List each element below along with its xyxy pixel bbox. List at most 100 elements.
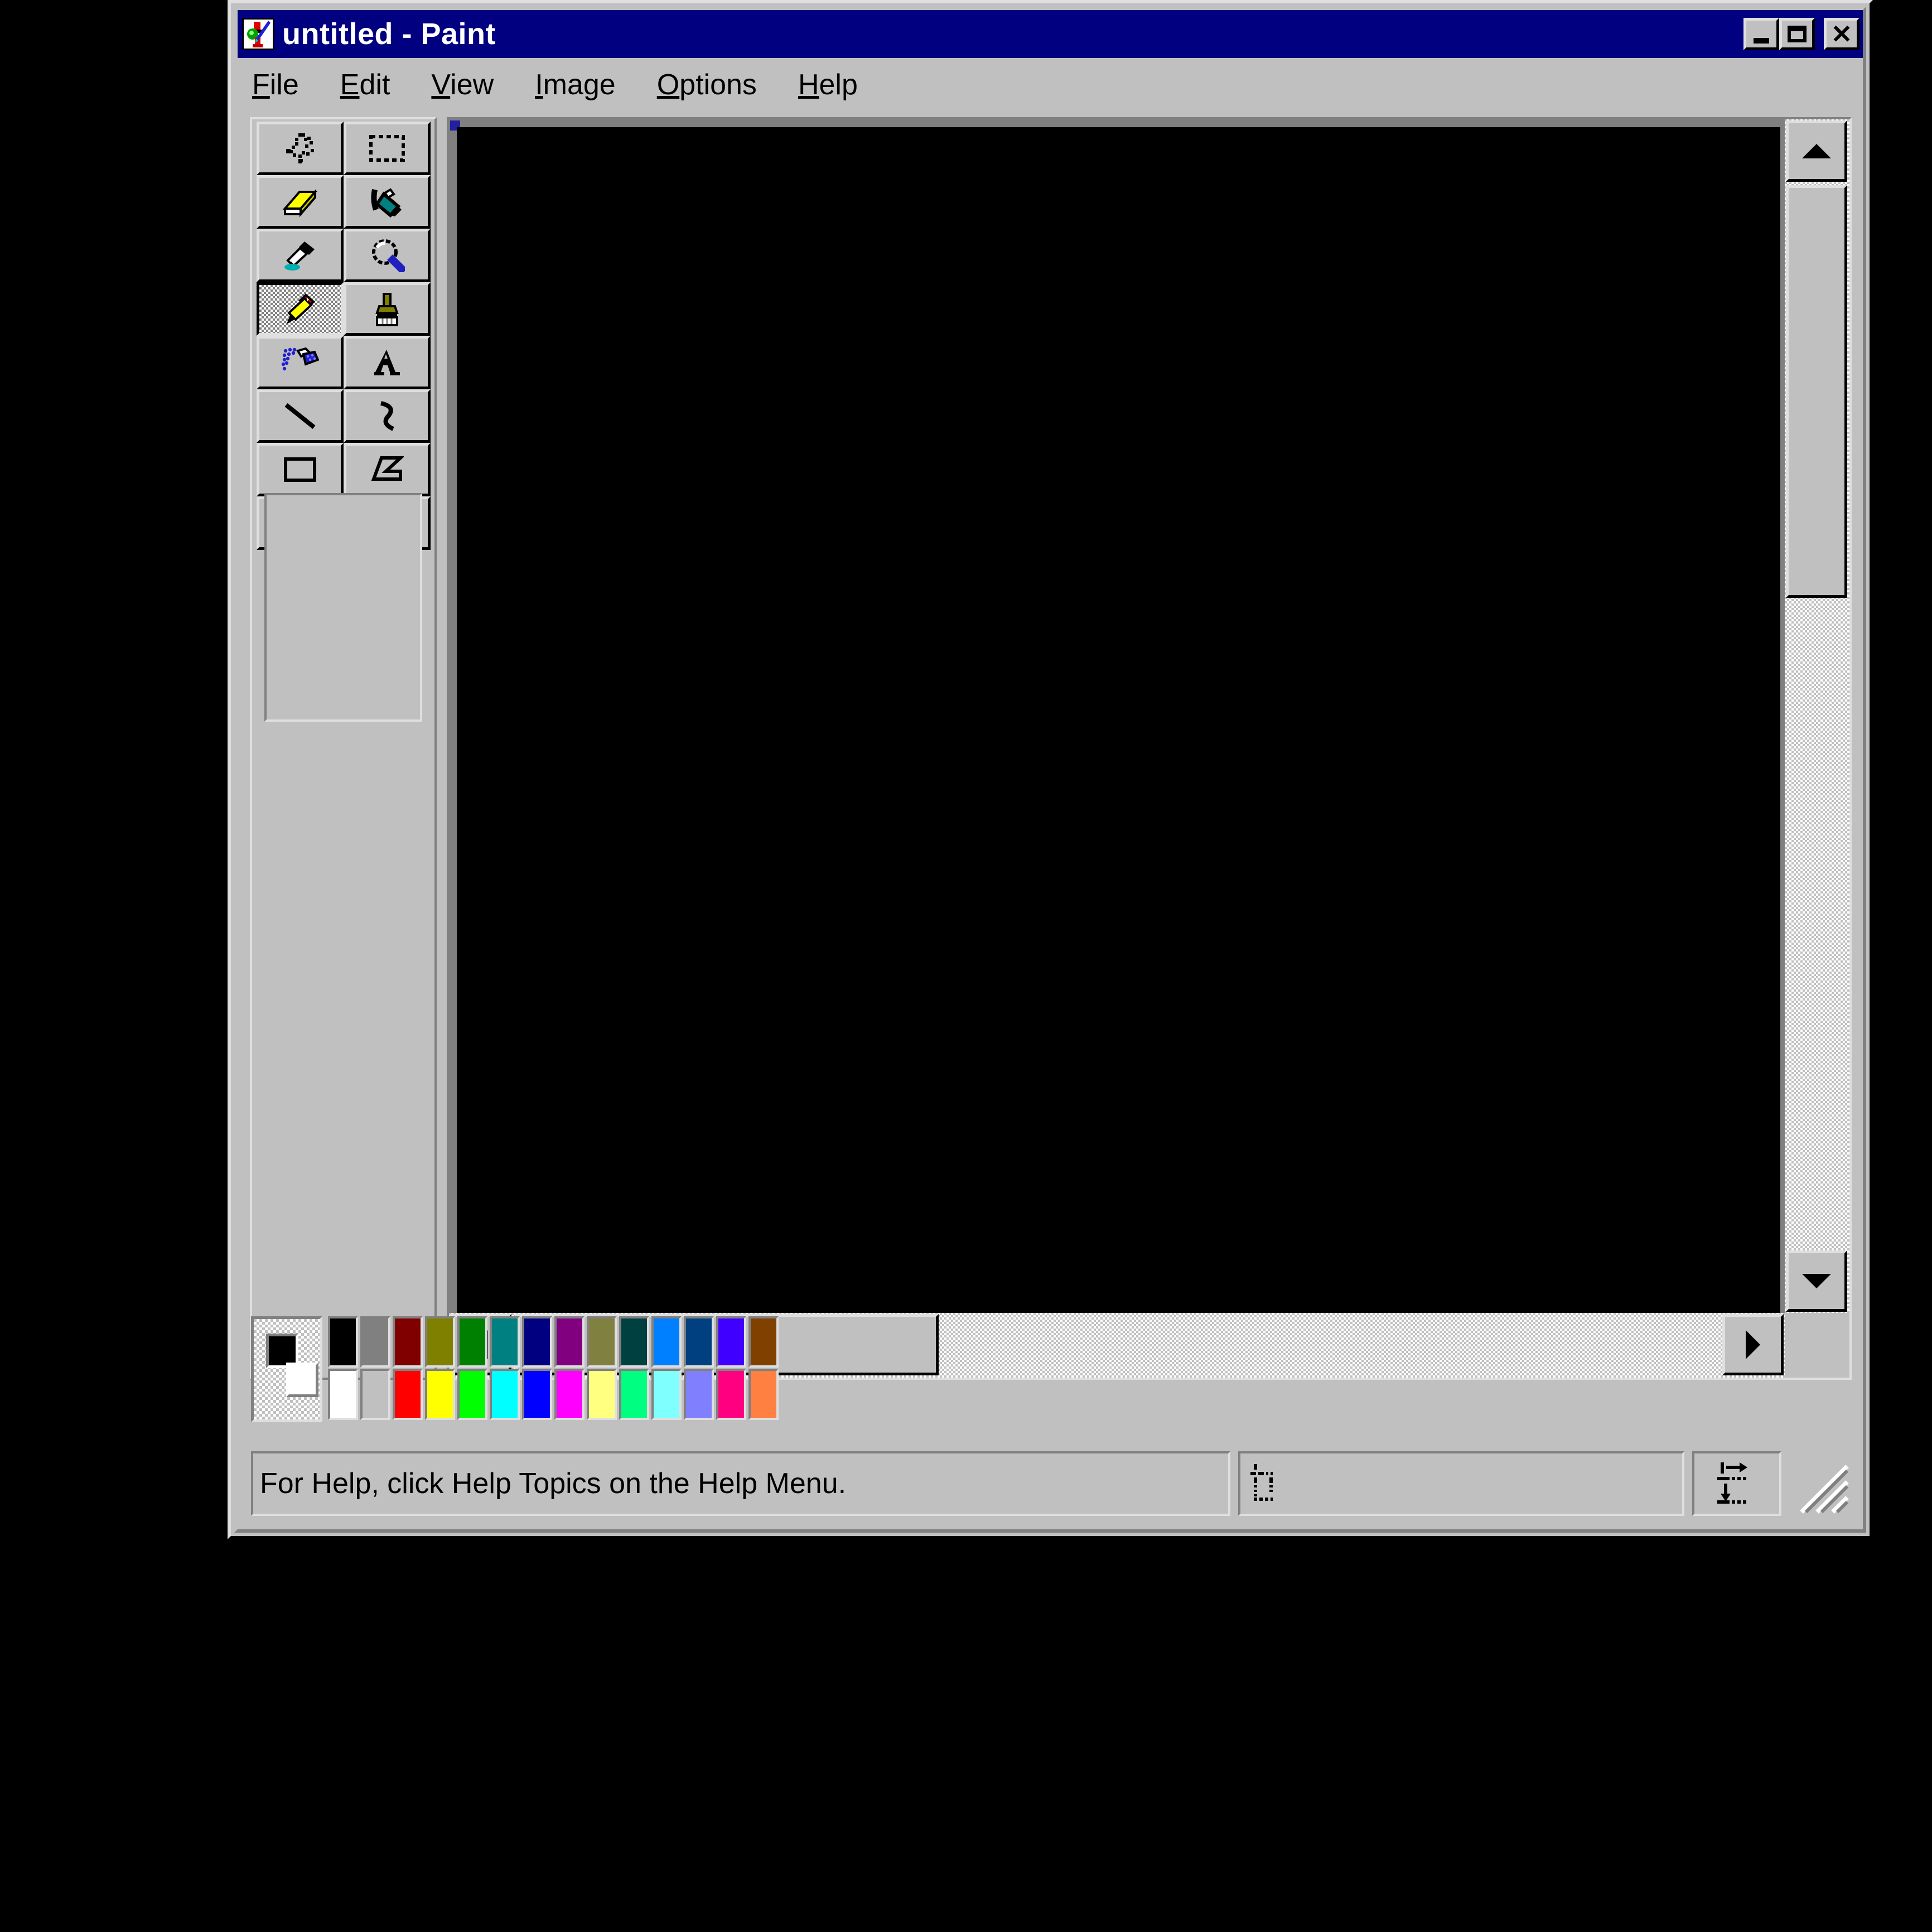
tool-curve[interactable] [343, 389, 431, 443]
color-swatch[interactable] [587, 1316, 617, 1368]
status-bar: For Help, click Help Topics on the Help … [238, 1446, 1863, 1529]
menu-item-view[interactable]: View [429, 66, 496, 104]
paint-app-icon [242, 18, 274, 50]
minimize-button[interactable] [1743, 18, 1779, 50]
menu-accel-help: H [798, 69, 819, 101]
pick-color-icon [284, 241, 315, 271]
polygon-icon [371, 456, 404, 481]
menu-label-help: elp [819, 69, 858, 101]
close-button[interactable]: ✕ [1824, 18, 1859, 50]
color-swatch[interactable] [716, 1369, 746, 1420]
menu-item-image[interactable]: Image [533, 66, 618, 104]
image-size-icon [1717, 1462, 1747, 1504]
scrollbar-corner [1785, 1313, 1849, 1378]
rectangle-icon [283, 457, 316, 482]
color-swatch[interactable] [554, 1369, 585, 1420]
rectangle-select-icon [369, 135, 405, 162]
color-swatch[interactable] [554, 1316, 585, 1368]
color-swatch[interactable] [619, 1369, 649, 1420]
status-size-pane [1692, 1451, 1781, 1516]
color-swatch[interactable] [425, 1316, 455, 1368]
close-icon: ✕ [1830, 19, 1853, 49]
line-icon [284, 403, 315, 429]
color-swatch[interactable] [328, 1316, 358, 1368]
scroll-down-button[interactable] [1786, 1250, 1847, 1312]
color-swatch[interactable] [587, 1369, 617, 1420]
color-swatch[interactable] [619, 1316, 649, 1368]
vertical-scrollbar[interactable] [1785, 119, 1849, 1313]
color-swatch[interactable] [651, 1316, 682, 1368]
color-swatch[interactable] [716, 1316, 746, 1368]
color-swatch[interactable] [684, 1369, 714, 1420]
tool-polygon[interactable] [343, 443, 431, 496]
minimize-icon [1754, 38, 1769, 44]
canvas-client[interactable] [449, 119, 1785, 1313]
window-title: untitled - Paint [282, 17, 496, 51]
menu-bar: File Edit View Image Options Help [238, 58, 1863, 112]
color-swatch[interactable] [425, 1369, 455, 1420]
color-palette-bar [238, 1316, 1863, 1445]
menu-label-view: iew [450, 69, 494, 101]
pencil-icon [286, 293, 315, 324]
menu-item-edit[interactable]: Edit [338, 66, 393, 104]
menu-label-options: ptions [679, 69, 757, 101]
current-colors-indicator[interactable] [251, 1316, 322, 1422]
color-swatch[interactable] [393, 1316, 423, 1368]
title-bar[interactable]: untitled - Paint ✕ [238, 10, 1863, 58]
color-swatch[interactable] [457, 1316, 487, 1368]
tool-options-panel[interactable] [264, 493, 422, 722]
free-form-select-icon [286, 133, 314, 163]
tool-free-form-select[interactable] [256, 122, 344, 175]
maximize-button[interactable] [1779, 18, 1815, 50]
menu-accel-edit: E [340, 69, 360, 101]
color-swatch[interactable] [748, 1316, 779, 1368]
color-swatch[interactable] [522, 1369, 552, 1420]
status-position-pane [1238, 1451, 1684, 1516]
tool-grid [256, 122, 431, 550]
color-swatch[interactable] [393, 1369, 423, 1420]
color-swatch[interactable] [360, 1316, 390, 1368]
tool-text[interactable] [343, 336, 431, 389]
color-swatch[interactable] [651, 1369, 682, 1420]
menu-accel-file: F [252, 69, 270, 101]
tool-airbrush[interactable] [256, 336, 344, 389]
scroll-up-button[interactable] [1786, 120, 1847, 182]
tool-rectangle[interactable] [256, 443, 344, 496]
resize-grip[interactable] [1788, 1453, 1849, 1514]
chevron-down-icon [1802, 1274, 1831, 1288]
tool-pencil[interactable] [256, 282, 344, 336]
color-swatch[interactable] [684, 1316, 714, 1368]
menu-accel-image: I [535, 69, 543, 101]
tool-pick-color[interactable] [256, 229, 344, 282]
palette-wrap [251, 1316, 780, 1422]
menu-item-file[interactable]: File [250, 66, 301, 104]
menu-label-edit: dit [359, 69, 390, 101]
menu-accel-view: V [431, 69, 451, 101]
color-swatch[interactable] [360, 1369, 390, 1420]
color-swatch[interactable] [490, 1369, 520, 1420]
vertical-scroll-thumb[interactable] [1786, 185, 1847, 598]
tool-rectangle-select[interactable] [343, 122, 431, 175]
background-color-chip[interactable] [286, 1363, 318, 1397]
tool-line[interactable] [256, 389, 344, 443]
color-swatch[interactable] [748, 1369, 779, 1420]
color-swatch[interactable] [490, 1316, 520, 1368]
tool-magnifier[interactable] [343, 229, 431, 282]
color-swatch[interactable] [522, 1316, 552, 1368]
scroll-right-button[interactable] [1722, 1314, 1784, 1375]
text-icon [374, 350, 400, 375]
main-area [238, 112, 1863, 1390]
curve-icon [380, 401, 394, 431]
chevron-right-icon [1746, 1330, 1760, 1359]
status-help-text: For Help, click Help Topics on the Help … [260, 1467, 847, 1500]
color-swatch[interactable] [328, 1369, 358, 1420]
tool-eraser[interactable] [256, 175, 344, 229]
menu-accel-options: O [656, 69, 680, 101]
menu-item-help[interactable]: Help [796, 66, 860, 104]
tool-fill-with-color[interactable] [343, 175, 431, 229]
status-help-pane: For Help, click Help Topics on the Help … [251, 1451, 1230, 1516]
color-swatch[interactable] [457, 1369, 487, 1420]
tool-brush[interactable] [343, 282, 431, 336]
menu-item-options[interactable]: Options [655, 66, 759, 104]
drawing-canvas[interactable] [457, 127, 1780, 1313]
